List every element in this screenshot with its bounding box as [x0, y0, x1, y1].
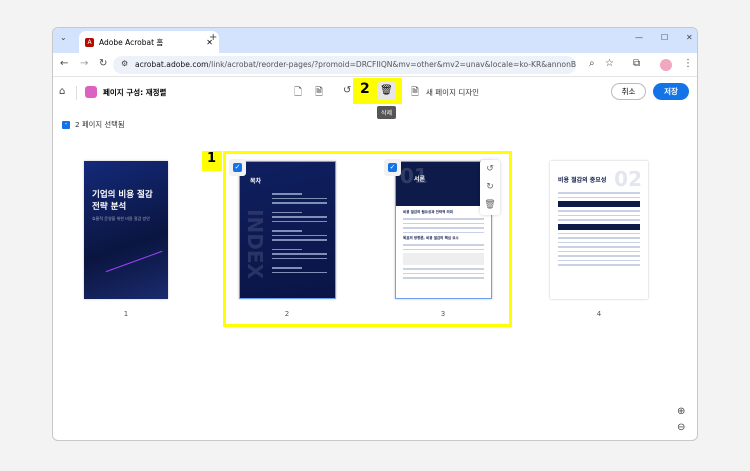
page-number-2: 2 — [284, 310, 290, 318]
page-action-menu: ↺ ↻ 🗑 — [480, 160, 500, 215]
page-3-title: 서론 — [414, 176, 426, 183]
save-button[interactable]: 저장 — [653, 83, 689, 100]
back-icon[interactable]: ← — [60, 58, 68, 69]
page-1-subtitle: 효율적 운영을 위한 비용 절감 방안 — [92, 216, 150, 221]
page-3-body: 비용 절감의 필요성과 전략적 의미 목표의 방향론, 비용 절감의 핵심 요소 — [396, 206, 491, 286]
annotation-label-1: 1 — [202, 151, 222, 171]
page-thumbnail-2[interactable]: 목차 INDEX — [239, 161, 336, 299]
browser-window: ⌄ A Adobe Acrobat 홈 ✕ + — ☐ ✕ ← → ↻ acro… — [52, 27, 698, 441]
address-bar-row: ← → ↻ acrobat.adobe.com/link/acrobat/reo… — [53, 53, 697, 77]
forward-icon[interactable]: → — [80, 58, 88, 69]
page-delete-icon[interactable]: 🗑 — [480, 196, 500, 214]
delete-tooltip: 삭제 — [377, 106, 397, 119]
extract-page-icon[interactable]: 🗎 — [315, 85, 323, 102]
toc-lines — [272, 190, 327, 276]
trash-icon: 🗑 — [380, 85, 393, 96]
maximize-icon[interactable]: ☐ — [661, 33, 668, 42]
annotation-box-2: 2 🗑 — [353, 78, 402, 104]
page-3-checkbox[interactable]: ✓ — [388, 163, 397, 172]
page-2-checkbox[interactable]: ✓ — [233, 163, 242, 172]
selection-text: 2 페이지 선택됨 — [75, 120, 125, 129]
rotate-right-icon[interactable]: ↻ — [480, 178, 500, 196]
new-tab-icon[interactable]: + — [209, 32, 217, 43]
insert-page-icon[interactable]: 🗋 — [294, 85, 302, 102]
page-number-3: 3 — [440, 310, 446, 318]
page-title: 페이지 구성: 재정렬 — [103, 88, 167, 97]
page-2-checkbox-wrap: ✓ — [229, 159, 246, 176]
tab-bar: ⌄ A Adobe Acrobat 홈 ✕ + — ☐ ✕ — [53, 28, 697, 53]
page-number-1: 1 — [123, 310, 129, 318]
selection-status: - 2 페이지 선택됨 — [62, 120, 125, 130]
page-1-title: 기업의 비용 절감 전략 분석 — [92, 190, 153, 212]
annotation-label-2: 2 — [360, 81, 370, 97]
page-4-watermark: 02 — [614, 167, 642, 191]
page-number-4: 4 — [596, 310, 602, 318]
page-3-heading-1: 비용 절감의 필요성과 전략적 의미 — [403, 210, 453, 214]
acrobat-icon: A — [85, 37, 94, 47]
page-thumbnail-3[interactable]: 01 서론 비용 절감의 필요성과 전략적 의미 목표의 방향론, 비용 절감의… — [395, 161, 492, 299]
page-4-body — [558, 189, 640, 269]
deselect-checkbox[interactable]: - — [62, 121, 70, 129]
zoom-out-icon[interactable]: ⊖ — [677, 422, 685, 433]
bookmark-star-icon[interactable]: ☆ — [605, 58, 614, 69]
cancel-button[interactable]: 취소 — [611, 83, 646, 100]
new-page-design-button[interactable]: 새 페이지 디자인 — [426, 87, 479, 98]
zoom-icon[interactable]: ⌕ — [589, 58, 595, 69]
minimize-icon[interactable]: — — [635, 33, 643, 42]
organize-pages-icon — [85, 86, 97, 98]
tab-title: Adobe Acrobat 홈 — [99, 37, 164, 47]
divider — [76, 86, 77, 100]
reload-icon[interactable]: ↻ — [99, 58, 107, 69]
page-design-icon: 🗎 — [411, 87, 420, 98]
zoom-in-icon[interactable]: ⊕ — [677, 406, 685, 417]
page-3-heading-2: 목표의 방향론, 비용 절감의 핵심 요소 — [403, 236, 459, 240]
page-4-title: 비용 절감의 중요성 — [558, 177, 607, 184]
page-thumbnail-1[interactable]: 기업의 비용 절감 전략 분석 효율적 운영을 위한 비용 절감 방안 — [84, 161, 168, 299]
page-3-checkbox-wrap: ✓ — [384, 159, 401, 176]
site-settings-icon[interactable]: ⚙ — [121, 59, 128, 68]
page-2-watermark: INDEX — [242, 209, 267, 279]
menu-icon[interactable]: ⋮ — [683, 58, 693, 69]
rotate-icon[interactable]: ↺ — [343, 85, 351, 96]
delete-button[interactable]: 🗑 — [377, 82, 396, 100]
extensions-icon[interactable]: ⧉ — [633, 58, 640, 69]
rotate-left-icon[interactable]: ↺ — [480, 160, 500, 178]
browser-tab[interactable]: A Adobe Acrobat 홈 ✕ — [79, 31, 219, 53]
profile-avatar[interactable] — [660, 59, 672, 71]
app-toolbar: ⌂ 페이지 구성: 재정렬 🗋 🗎 ↺ 2 🗑 삭제 🗎 새 페이지 디자인 취… — [53, 77, 697, 119]
page-thumbnail-4[interactable]: 02 비용 절감의 중요성 — [550, 161, 648, 299]
page-2-title: 목차 — [250, 178, 262, 185]
home-icon[interactable]: ⌂ — [59, 86, 65, 97]
tab-search-icon[interactable]: ⌄ — [60, 33, 67, 42]
close-window-icon[interactable]: ✕ — [686, 33, 693, 42]
decor-line — [105, 250, 163, 273]
url-input[interactable]: acrobat.adobe.com/link/acrobat/reorder-p… — [113, 56, 576, 74]
